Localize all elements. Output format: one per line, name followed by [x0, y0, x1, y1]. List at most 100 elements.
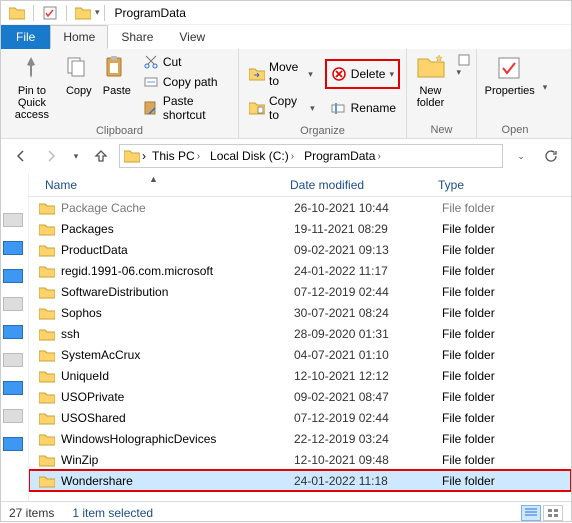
file-date: 07-12-2019 02:44 — [294, 411, 442, 425]
folder-icon — [39, 201, 55, 215]
crumb-local-disk[interactable]: Local Disk (C:)› — [206, 149, 298, 163]
new-folder-button[interactable]: New folder — [411, 53, 451, 109]
paste-label: Paste — [103, 85, 131, 97]
col-type[interactable]: Type — [432, 178, 571, 192]
file-name: ssh — [61, 327, 294, 341]
qat-dropdown-icon[interactable]: ▾ — [95, 7, 100, 18]
col-date[interactable]: Date modified — [284, 178, 432, 192]
nav-thumb[interactable] — [3, 381, 23, 395]
back-button[interactable] — [9, 144, 33, 168]
copy-to-button[interactable]: Copy to ▾ — [245, 93, 319, 123]
chevron-down-icon[interactable]: ▾ — [457, 67, 473, 78]
chevron-down-icon: ▾ — [308, 69, 313, 80]
new-item-icon[interactable] — [457, 53, 473, 67]
nav-thumb[interactable] — [3, 437, 23, 451]
copy-button[interactable]: Copy — [63, 53, 95, 97]
table-row[interactable]: Sophos30-07-2021 08:24File folder — [29, 302, 571, 323]
address-bar: ▾ › This PC› Local Disk (C:)› ProgramDat… — [1, 139, 571, 173]
qat-properties-icon[interactable] — [42, 5, 58, 21]
move-to-button[interactable]: Move to ▾ — [245, 59, 317, 89]
file-name: USOPrivate — [61, 390, 294, 404]
file-name: WindowsHolographicDevices — [61, 432, 294, 446]
copy-icon — [65, 55, 93, 83]
chevron-down-icon[interactable]: ▾ — [543, 82, 548, 93]
file-name: Wondershare — [61, 474, 294, 488]
tab-file[interactable]: File — [1, 25, 50, 49]
address-dropdown[interactable]: ⌄ — [509, 144, 533, 168]
forward-button[interactable] — [39, 144, 63, 168]
copy-path-button[interactable]: Copy path — [139, 73, 232, 91]
nav-thumb[interactable] — [3, 269, 23, 283]
nav-thumb[interactable] — [3, 297, 23, 311]
tab-share[interactable]: Share — [108, 25, 166, 49]
cut-button[interactable]: Cut — [139, 53, 232, 71]
chevron-right-icon[interactable]: › — [142, 149, 146, 163]
file-date: 24-01-2022 11:17 — [294, 264, 442, 278]
crumb-programdata[interactable]: ProgramData› — [300, 149, 385, 163]
pin-quick-access-button[interactable]: Pin to Quick access — [7, 53, 57, 121]
rename-label: Rename — [351, 101, 396, 115]
pin-label: Pin to Quick access — [7, 85, 57, 121]
group-organize: Move to ▾ Delete ▾ Copy to ▾ — [239, 49, 407, 138]
history-dropdown[interactable]: ▾ — [69, 144, 83, 168]
nav-thumb[interactable] — [3, 353, 23, 367]
nav-thumb[interactable] — [3, 213, 23, 227]
crumb-this-pc[interactable]: This PC› — [148, 149, 204, 163]
folder-icon — [39, 306, 55, 320]
item-count: 27 items — [9, 506, 54, 520]
status-bar: 27 items 1 item selected — [1, 501, 571, 523]
file-date: 04-07-2021 01:10 — [294, 348, 442, 362]
ribbon-tabs: File Home Share View — [1, 25, 571, 49]
nav-thumb[interactable] — [3, 409, 23, 423]
table-row[interactable]: Packages19-11-2021 08:29File folder — [29, 218, 571, 239]
table-row[interactable]: SoftwareDistribution07-12-2019 02:44File… — [29, 281, 571, 302]
table-row[interactable]: regid.1991-06.com.microsoft24-01-2022 11… — [29, 260, 571, 281]
table-row[interactable]: SystemAcCrux04-07-2021 01:10File folder — [29, 344, 571, 365]
view-large-button[interactable] — [543, 505, 563, 521]
file-type: File folder — [442, 432, 495, 446]
paste-icon — [103, 55, 131, 83]
folder-icon — [9, 5, 25, 21]
paste-button[interactable]: Paste — [101, 53, 133, 97]
rename-icon — [331, 100, 347, 116]
folder-icon — [39, 390, 55, 404]
nav-thumb[interactable] — [3, 325, 23, 339]
window-title: ProgramData — [115, 6, 186, 20]
delete-label: Delete — [351, 67, 386, 81]
table-row[interactable]: ssh28-09-2020 01:31File folder — [29, 323, 571, 344]
table-row[interactable]: Wondershare24-01-2022 11:18File folder — [29, 470, 571, 491]
table-row[interactable]: WinZip12-10-2021 09:48File folder — [29, 449, 571, 470]
file-type: File folder — [442, 453, 495, 467]
tab-view[interactable]: View — [166, 25, 218, 49]
table-row[interactable]: USOPrivate09-02-2021 08:47File folder — [29, 386, 571, 407]
delete-button[interactable]: Delete ▾ — [325, 59, 400, 89]
tab-home[interactable]: Home — [50, 25, 108, 49]
file-name: SoftwareDistribution — [61, 285, 294, 299]
pin-icon — [18, 55, 46, 83]
divider — [33, 5, 34, 21]
table-row[interactable]: UniqueId12-10-2021 12:12File folder — [29, 365, 571, 386]
nav-pane-collapsed[interactable] — [1, 173, 29, 501]
file-type: File folder — [442, 222, 495, 236]
breadcrumb[interactable]: › This PC› Local Disk (C:)› ProgramData› — [119, 144, 503, 168]
column-headers: ▲ Name Date modified Type — [29, 173, 571, 197]
paste-shortcut-label: Paste shortcut — [163, 94, 228, 122]
table-row[interactable]: USOShared07-12-2019 02:44File folder — [29, 407, 571, 428]
file-date: 09-02-2021 09:13 — [294, 243, 442, 257]
view-details-button[interactable] — [521, 505, 541, 521]
folder-icon — [39, 411, 55, 425]
up-button[interactable] — [89, 144, 113, 168]
table-row[interactable]: ProductData09-02-2021 09:13File folder — [29, 239, 571, 260]
table-row[interactable]: WindowsHolographicDevices22-12-2019 03:2… — [29, 428, 571, 449]
group-clipboard: Pin to Quick access Copy Paste — [1, 49, 239, 138]
group-new: New folder ▾ New — [407, 49, 477, 138]
rename-button[interactable]: Rename — [327, 93, 400, 123]
folder-icon — [124, 149, 140, 163]
file-type: File folder — [442, 474, 495, 488]
group-open: Properties ▾ Open — [477, 49, 553, 138]
table-row[interactable]: Package Cache26-10-2021 10:44File folder — [29, 197, 571, 218]
paste-shortcut-button[interactable]: Paste shortcut — [139, 93, 232, 123]
properties-button[interactable]: Properties — [483, 53, 537, 97]
nav-thumb[interactable] — [3, 241, 23, 255]
refresh-button[interactable] — [539, 144, 563, 168]
